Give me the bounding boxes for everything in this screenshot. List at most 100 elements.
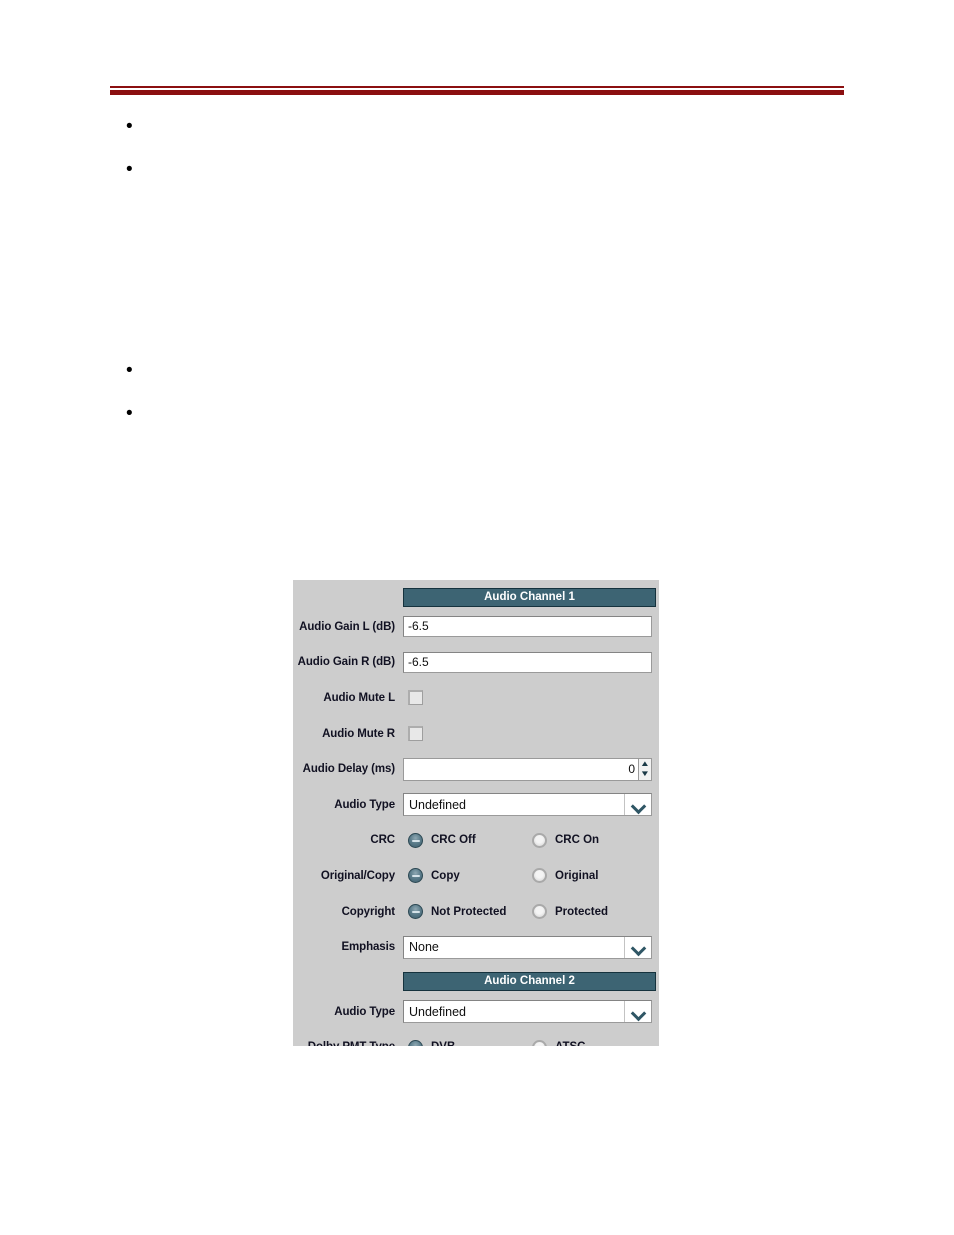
radio-option-label: CRC On	[555, 834, 600, 847]
bullet-point-icon	[126, 161, 142, 179]
chevron-glyph	[632, 801, 645, 809]
radio-option-atsc[interactable]: ATSC	[527, 1039, 585, 1046]
radio-option-crc-on[interactable]: CRC On	[527, 832, 600, 848]
radio-unselected-icon[interactable]	[532, 1039, 547, 1046]
divider-rule-thick	[110, 90, 844, 95]
form-row-audio-mute-r: Audio Mute R	[293, 716, 659, 752]
radio-unselected-icon[interactable]	[532, 904, 547, 920]
form-row-audio-mute-l: Audio Mute L	[293, 680, 659, 716]
radio-option-copy[interactable]: Copy	[403, 868, 527, 884]
chevron-glyph	[632, 943, 645, 951]
field-label-dolby-pmt-type: Dolby PMT Type	[293, 1041, 403, 1046]
radio-option-label: Copy	[431, 869, 460, 882]
radio-option-label: CRC Off	[431, 834, 476, 847]
audio-mute-r-checkbox[interactable]	[408, 726, 423, 742]
field-label-crc: CRC	[370, 834, 395, 847]
section-header-row: Audio Channel 1	[293, 580, 659, 609]
form-row-audio-type: Audio Type Undefined	[293, 787, 659, 823]
field-label-audio-type: Audio Type	[334, 1005, 395, 1018]
bullet-point-icon	[126, 405, 142, 423]
bullet-point-icon	[126, 118, 142, 136]
radio-option-label: DVB	[431, 1041, 455, 1046]
chevron-glyph	[632, 1008, 645, 1016]
chevron-down-icon[interactable]	[624, 1001, 651, 1023]
radio-selected-icon[interactable]	[408, 904, 423, 920]
field-label-audio-mute-l: Audio Mute L	[323, 691, 395, 704]
field-control: Copy Original	[403, 868, 655, 884]
original-copy-radio-group: Copy Original	[403, 868, 655, 884]
dolby-pmt-type-radio-group: DVB ATSC	[403, 1039, 655, 1046]
field-control: Not Protected Protected	[403, 904, 655, 920]
field-control: -6.5	[403, 616, 655, 638]
page-header-divider	[110, 86, 844, 95]
field-label-original-copy: Original/Copy	[320, 869, 395, 882]
radio-option-label: ATSC	[555, 1041, 585, 1046]
field-control	[403, 726, 655, 742]
list-item	[126, 161, 142, 181]
copyright-radio-group: Not Protected Protected	[403, 904, 655, 920]
radio-selected-icon[interactable]	[408, 1039, 423, 1046]
stepper-buttons	[638, 757, 652, 781]
radio-option-label: Original	[555, 869, 599, 882]
emphasis-select[interactable]: None	[403, 935, 652, 959]
field-label-audio-delay-ms: Audio Delay (ms)	[302, 763, 395, 776]
radio-option-label: Not Protected	[431, 905, 507, 918]
field-label-audio-gain-l-db: Audio Gain L (dB)	[299, 620, 395, 633]
field-control: -6.5	[403, 651, 655, 673]
field-control: Undefined	[403, 1000, 655, 1024]
radio-option-crc-off[interactable]: CRC Off	[403, 832, 527, 848]
list-item	[126, 118, 142, 138]
audio-type-select[interactable]: Undefined	[403, 1000, 652, 1024]
stepper-down-icon[interactable]	[639, 769, 651, 780]
audio-type-select[interactable]: Undefined	[403, 793, 652, 817]
audio-settings-panel: Audio Channel 1 Audio Gain L (dB) -6.5 Audi…	[293, 580, 659, 1046]
chevron-down-icon[interactable]	[624, 936, 651, 958]
radio-selected-icon[interactable]	[408, 832, 423, 848]
field-label-audio-type: Audio Type	[334, 798, 395, 811]
field-control	[403, 690, 655, 706]
radio-option-protected[interactable]: Protected	[527, 904, 609, 920]
audio-delay-ms-stepper[interactable]: 0	[403, 757, 652, 781]
radio-unselected-icon[interactable]	[532, 868, 547, 884]
section-title-audio-channel-2: Audio Channel 2	[403, 972, 656, 992]
chevron-down-icon[interactable]	[624, 794, 651, 816]
form-row-audio-type: Audio Type Undefined	[293, 994, 659, 1030]
form-row-original-copy: Original/Copy Copy Original	[293, 858, 659, 894]
radio-option-dvb[interactable]: DVB	[403, 1039, 527, 1046]
list-item	[126, 362, 142, 382]
field-control: 0	[403, 757, 655, 781]
section-title-audio-channel-1: Audio Channel 1	[403, 587, 656, 607]
field-control: None	[403, 935, 655, 959]
stepper-up-icon[interactable]	[639, 759, 651, 770]
select-selected-value: Undefined	[409, 797, 466, 812]
audio-mute-l-checkbox[interactable]	[408, 690, 423, 706]
form-row-audio-gain-l-db: Audio Gain L (dB) -6.5	[293, 609, 659, 645]
select-selected-value: None	[409, 940, 439, 955]
field-label-copyright: Copyright	[341, 905, 396, 918]
bullet-list-bottom	[126, 362, 142, 425]
bullet-list-top	[126, 118, 142, 181]
field-control: Undefined	[403, 793, 655, 817]
form-row-copyright: Copyright Not Protected Protected	[293, 894, 659, 930]
radio-unselected-icon[interactable]	[532, 832, 547, 848]
form-row-crc: CRC CRC Off CRC On	[293, 823, 659, 859]
field-control: DVB ATSC	[403, 1039, 655, 1046]
radio-option-original[interactable]: Original	[527, 868, 599, 884]
form-row-dolby-pmt-type: Dolby PMT Type DVB ATSC	[293, 1030, 659, 1046]
form-row-audio-delay-ms: Audio Delay (ms) 0	[293, 751, 659, 787]
radio-option-not-protected[interactable]: Not Protected	[403, 904, 527, 920]
field-label-audio-gain-r-db: Audio Gain R (dB)	[297, 656, 395, 669]
form-row-emphasis: Emphasis None	[293, 929, 659, 965]
field-label-emphasis: Emphasis	[341, 941, 395, 954]
audio-gain-l-db-input[interactable]: -6.5	[403, 616, 652, 638]
form-row-audio-gain-r-db: Audio Gain R (dB) -6.5	[293, 645, 659, 681]
select-selected-value: Undefined	[409, 1004, 466, 1019]
bullet-point-icon	[126, 362, 142, 380]
radio-option-label: Protected	[555, 905, 609, 918]
audio-gain-r-db-input[interactable]: -6.5	[403, 651, 652, 673]
audio-delay-ms-input[interactable]: 0	[403, 757, 638, 781]
radio-selected-icon[interactable]	[408, 868, 423, 884]
crc-radio-group: CRC Off CRC On	[403, 832, 655, 848]
list-item	[126, 405, 142, 425]
field-control: CRC Off CRC On	[403, 832, 655, 848]
